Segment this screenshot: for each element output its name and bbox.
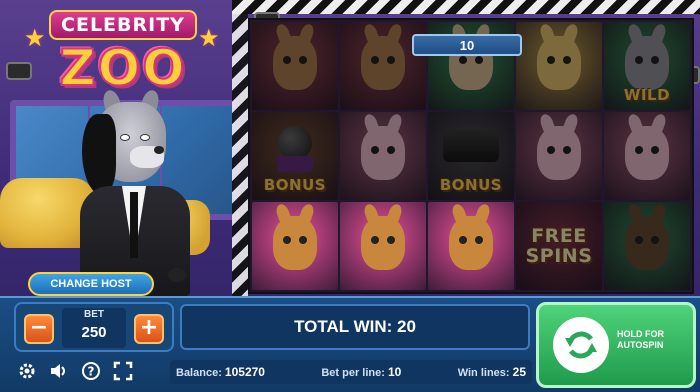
stats-bar: Balance: 105270 Bet per line: 10 Win lin… [170,360,532,384]
reel-symbol-microphone: BONUS [252,112,338,200]
reel-symbol-label: FREE SPINS [525,225,593,267]
reel-symbol-lioness [516,22,602,110]
gear-icon[interactable] [16,360,38,382]
reel-grid: WILD BONUS BONUS FREE SPINS [248,18,694,294]
bet-label: BET [84,309,104,320]
bet-control: − BET 250 + [14,302,174,352]
logo-title-main: ZOO [58,39,187,97]
help-icon[interactable]: ? [80,360,102,382]
autospin-icon [553,317,609,373]
hazard-tape-side [232,0,248,300]
reel-symbol-deer [252,22,338,110]
fullscreen-icon[interactable] [112,360,134,382]
hazard-tape-top [232,0,700,14]
star-icon: ★ [198,24,220,52]
reel-symbol-pig [604,112,690,200]
balance-label: Balance: [176,367,222,379]
reel-symbol-bulldog [604,202,690,290]
bet-per-line-value: 10 [387,365,402,379]
microphone-icon [168,268,186,282]
bet-decrease-button[interactable]: − [24,314,54,344]
bet-display: BET 250 [62,308,126,348]
bet-per-line-label: Bet per line: [321,367,385,379]
reel-symbol-label: BONUS [263,176,327,194]
reel-symbol-wolf: WILD [604,22,690,110]
reel-symbol-free-spins: FREE SPINS [516,202,602,290]
star-icon: ★ [24,24,46,52]
bet-increase-button[interactable]: + [134,314,164,344]
bet-value: 250 [81,324,107,341]
reel-symbol-pig [516,112,602,200]
sound-icon[interactable] [48,360,70,382]
logo-title-top: CELEBRITY [49,10,197,40]
line-win-badge: 10 [412,34,522,56]
win-lines-value: 25 [512,365,526,379]
reel-symbol-deer [252,202,338,290]
autospin-hint: HOLD FOR AUTOSPIN [617,329,664,350]
change-host-button[interactable]: CHANGE HOST [28,272,154,296]
reel-symbol-deer [428,202,514,290]
reel-symbol-label: WILD [623,86,671,104]
reel-symbol-label: BONUS [439,176,503,194]
game-scene: ★ ★ CELEBRITY ZOO WILD BONUS BONUS FREE SPI… [0,0,700,392]
spin-button[interactable]: HOLD FOR AUTOSPIN [536,302,696,388]
balance-value: 105270 [224,365,265,379]
settings-toolbar: ? [16,358,156,384]
total-win-display: TOTAL WIN: 20 [180,304,530,350]
host-wolf [68,88,198,296]
reel-symbol-pig [340,112,426,200]
reel-symbol-deer [340,202,426,290]
win-lines-label: Win lines: [457,367,510,379]
svg-text:?: ? [88,365,95,379]
reel-symbol-camera: BONUS [428,112,514,200]
